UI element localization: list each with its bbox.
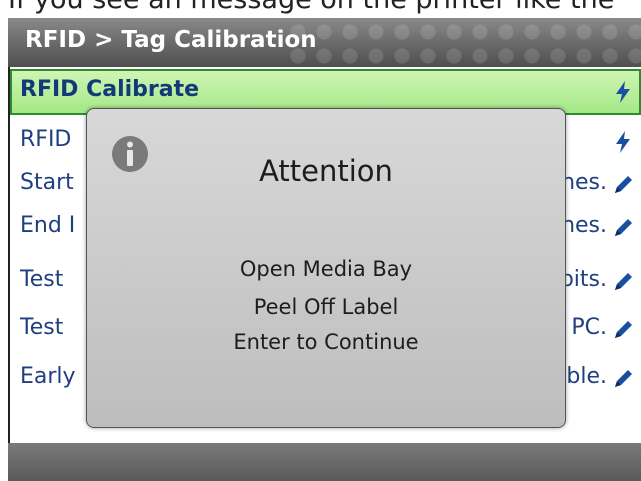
dialog-message-line: Open Media Bay bbox=[239, 257, 413, 281]
list-item-value: nes. bbox=[561, 213, 607, 238]
pencil-icon bbox=[615, 321, 632, 338]
attention-dialog[interactable]: Attention Open Media Bay Peel Off Label … bbox=[86, 108, 566, 428]
title-bar-pattern bbox=[281, 18, 641, 67]
pencil-icon bbox=[615, 219, 632, 236]
page-title: RFID > Tag Calibration bbox=[25, 27, 317, 53]
lightning-icon bbox=[616, 131, 630, 153]
list-item-value: PC. bbox=[571, 315, 607, 340]
list-item-label: RFID bbox=[20, 127, 72, 152]
dialog-message-line: Peel Off Label bbox=[253, 295, 399, 319]
lightning-icon bbox=[616, 81, 630, 103]
title-bar: RFID > Tag Calibration bbox=[8, 18, 641, 67]
pencil-icon bbox=[615, 176, 632, 193]
list-item-value: ble. bbox=[566, 364, 607, 389]
list-item-label: Early bbox=[20, 364, 76, 389]
bottom-bar bbox=[8, 443, 641, 481]
dialog-message-line: Enter to Continue bbox=[233, 330, 419, 354]
pencil-icon bbox=[615, 370, 632, 387]
list-item-label: Test bbox=[20, 315, 64, 340]
list-item-value: nes. bbox=[561, 170, 607, 195]
list-item-value: bits. bbox=[559, 267, 607, 292]
list-item-label: RFID Calibrate bbox=[20, 77, 200, 102]
cropped-caption-text: If you see an message on the printer lik… bbox=[8, 0, 614, 16]
list-item-label: End I bbox=[20, 213, 76, 238]
dialog-title: Attention bbox=[259, 154, 393, 188]
pencil-icon bbox=[615, 273, 632, 290]
screen: If you see an message on the printer lik… bbox=[0, 0, 641, 481]
list-item-label: Start bbox=[20, 170, 74, 195]
list-item-label: Test bbox=[20, 267, 64, 292]
